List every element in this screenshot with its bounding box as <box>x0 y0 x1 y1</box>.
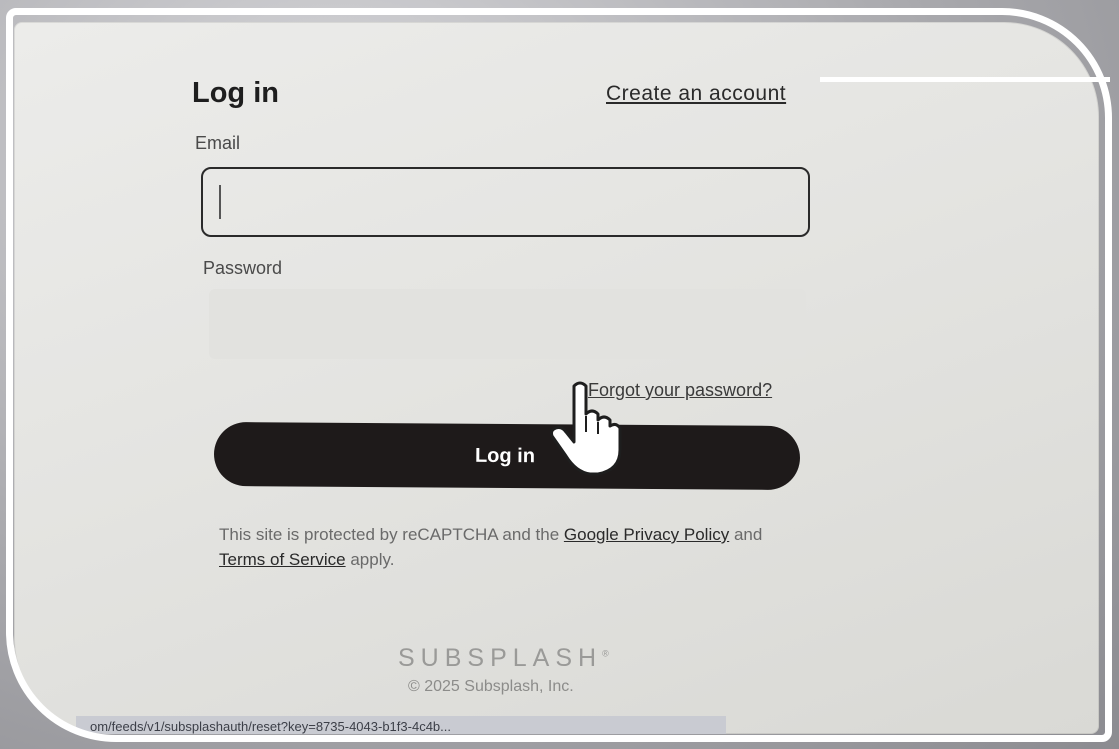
email-field[interactable] <box>201 167 810 237</box>
registered-mark: ® <box>602 648 609 659</box>
forgot-password-link[interactable]: Forgot your password? <box>588 380 772 401</box>
bezel-reflection <box>820 77 1110 82</box>
login-page: Log in Create an account Email Password … <box>14 22 1099 734</box>
google-privacy-policy-link[interactable]: Google Privacy Policy <box>564 525 729 544</box>
email-label: Email <box>195 133 241 153</box>
password-field[interactable] <box>209 289 806 359</box>
recaptcha-text: This site is protected by reCAPTCHA and … <box>219 525 560 544</box>
subsplash-logo: SUBSPLASH® <box>398 644 609 673</box>
copyright: © 2025 Subsplash, Inc. <box>408 678 574 695</box>
status-bar-url: om/feeds/v1/subsplashauth/reset?key=8735… <box>76 716 726 734</box>
brand-name: SUBSPLASH <box>398 644 603 672</box>
create-account-link[interactable]: Create an account <box>606 82 786 106</box>
login-button-label: Log in <box>474 444 536 467</box>
terms-of-service-link[interactable]: Terms of Service <box>219 550 346 569</box>
photo-frame: Log in Create an account Email Password … <box>0 0 1119 749</box>
password-label: Password <box>203 258 283 278</box>
recaptcha-apply: apply. <box>350 550 395 569</box>
page-title: Log in <box>192 77 279 109</box>
text-caret <box>219 185 221 219</box>
login-button[interactable]: Log in <box>213 421 801 491</box>
recaptcha-and: and <box>733 525 763 544</box>
recaptcha-notice: This site is protected by reCAPTCHA and … <box>219 522 779 572</box>
